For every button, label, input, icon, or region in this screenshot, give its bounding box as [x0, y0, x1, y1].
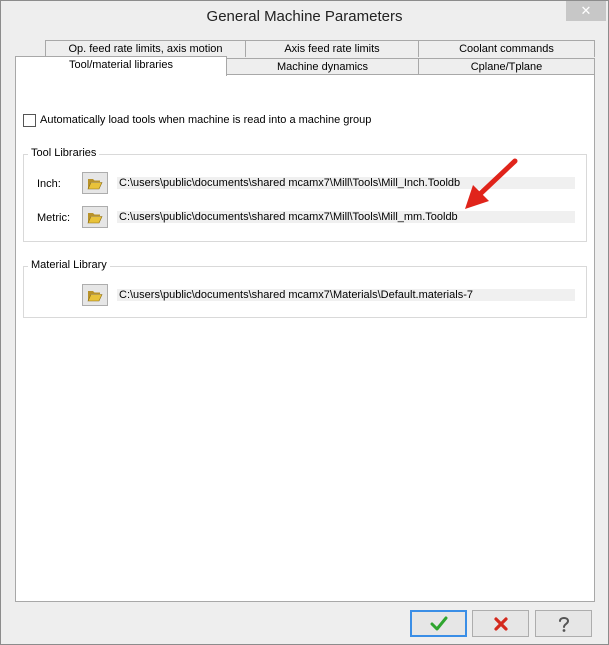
cancel-button[interactable]	[472, 610, 529, 637]
question-icon	[558, 616, 569, 632]
tab-label: Op. feed rate limits, axis motion	[68, 43, 223, 55]
tab-machine-dynamics[interactable]: Machine dynamics	[226, 58, 419, 75]
tab-cplane-tplane[interactable]: Cplane/Tplane	[418, 58, 595, 75]
auto-load-label: Automatically load tools when machine is…	[40, 114, 372, 126]
check-icon	[430, 616, 447, 630]
material-library-label: Material Library	[28, 259, 110, 271]
tab-label: Cplane/Tplane	[470, 61, 543, 73]
help-button[interactable]	[535, 610, 592, 637]
tab-op-feed-rate-limits[interactable]: Op. feed rate limits, axis motion	[45, 40, 246, 57]
close-button[interactable]: ✕	[566, 1, 606, 21]
title-bar: General Machine Parameters ✕	[1, 1, 608, 31]
metric-browse-button[interactable]	[82, 206, 108, 228]
folder-open-icon	[87, 212, 103, 223]
x-icon	[493, 616, 508, 631]
tab-coolant-commands[interactable]: Coolant commands	[418, 40, 595, 57]
annotation-arrow	[465, 158, 518, 209]
folder-open-icon	[87, 290, 103, 301]
close-icon: ✕	[580, 3, 592, 18]
tool-libraries-label: Tool Libraries	[28, 147, 100, 159]
tab-tool-material-libraries[interactable]: Tool/material libraries	[15, 56, 227, 76]
tab-label: Coolant commands	[459, 43, 554, 55]
folder-open-icon	[87, 178, 103, 189]
tab-label: Tool/material libraries	[69, 59, 173, 71]
ok-button[interactable]	[410, 610, 467, 637]
tab-label: Axis feed rate limits	[284, 43, 380, 55]
auto-load-checkbox[interactable]	[23, 113, 36, 127]
window-title: General Machine Parameters	[206, 8, 403, 25]
dialog-window: General Machine Parameters ✕ Op. feed ra…	[0, 0, 609, 645]
tab-axis-feed-rate-limits[interactable]: Axis feed rate limits	[245, 40, 419, 57]
material-browse-button[interactable]	[82, 284, 108, 306]
inch-label: Inch:	[37, 178, 61, 190]
auto-load-checkbox-row[interactable]: Automatically load tools when machine is…	[23, 113, 371, 127]
tab-label: Machine dynamics	[276, 61, 369, 73]
metric-label: Metric:	[37, 212, 70, 224]
material-path-field[interactable]: C:\users\public\documents\shared mcamx7\…	[117, 289, 575, 301]
inch-browse-button[interactable]	[82, 172, 108, 194]
